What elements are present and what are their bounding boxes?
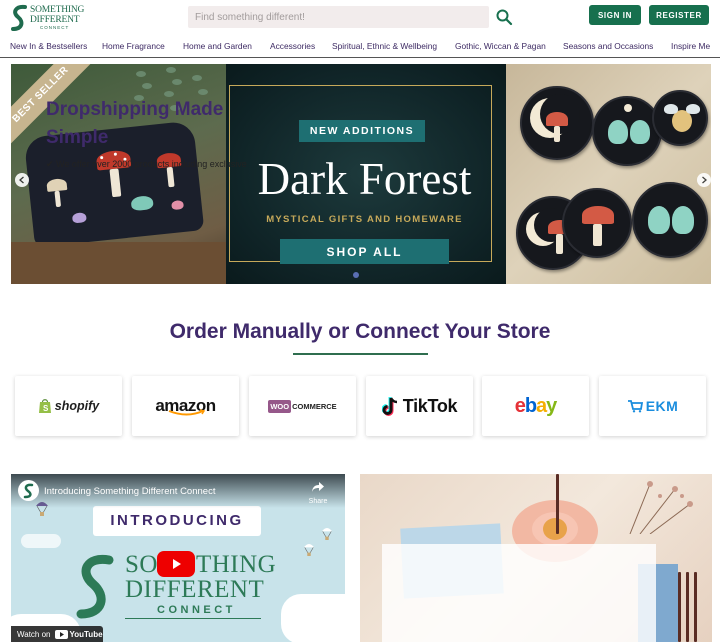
platform-card-shopify[interactable]: S shopify xyxy=(15,376,122,436)
ebay-logo: ebay xyxy=(514,394,558,418)
video-share-button[interactable]: Share xyxy=(307,480,329,508)
hero-coasters-image xyxy=(506,64,711,284)
watch-on-label: Watch on xyxy=(17,629,51,639)
platform-card-ebay[interactable]: ebay xyxy=(482,376,589,436)
channel-avatar[interactable] xyxy=(18,480,39,501)
ebay-letter-a: a xyxy=(536,394,547,417)
nav-item-home-garden[interactable]: Home and Garden xyxy=(183,41,252,51)
sun-icon xyxy=(543,518,567,540)
logo-line-3: CONNECT xyxy=(40,25,70,30)
search-icon xyxy=(496,9,513,26)
svg-text:S: S xyxy=(43,404,49,413)
big-s-logo-icon xyxy=(76,554,114,619)
logo-line-1: SOMETHING xyxy=(30,5,85,15)
dropshipping-panel[interactable] xyxy=(360,474,712,642)
carousel-dot-active[interactable] xyxy=(353,272,359,278)
carousel-prev-button[interactable] xyxy=(15,173,29,187)
tiktok-note-icon xyxy=(381,397,397,416)
share-label: Share xyxy=(308,498,328,505)
search-input[interactable] xyxy=(188,6,489,28)
incense-stick xyxy=(686,572,689,642)
nav-item-spiritual[interactable]: Spiritual, Ethnic & Wellbeing xyxy=(332,41,437,51)
video-brand-top-a: SO xyxy=(125,551,158,578)
incense-stick xyxy=(556,474,559,534)
main-nav: New In & Bestsellers Home Fragrance Home… xyxy=(0,36,720,58)
video-title[interactable]: Introducing Something Different Connect xyxy=(44,486,215,497)
commerce-label: COMMERCE xyxy=(292,401,337,411)
nav-item-inspire[interactable]: Inspire Me xyxy=(671,41,710,51)
nav-item-accessories[interactable]: Accessories xyxy=(270,41,315,51)
tiktok-label: TikTok xyxy=(402,395,458,416)
video-intro-text: INTRODUCING xyxy=(110,512,244,529)
search-button[interactable] xyxy=(495,8,513,26)
video-brand-top: SO THING xyxy=(125,551,276,579)
ekm-label: EKM xyxy=(645,398,679,414)
hero-subtitle: MYSTICAL GIFTS AND HOMEWARE xyxy=(266,214,463,225)
video-brand-top-b: THING xyxy=(195,551,277,578)
nav-item-home-fragrance[interactable]: Home Fragrance xyxy=(102,41,165,51)
site-header: SOMETHING DIFFERENT CONNECT SIGN IN REGI… xyxy=(0,0,720,36)
platform-card-ekm[interactable]: EKM xyxy=(599,376,706,436)
dropshipping-description: ✔ We offer over 2000 products including … xyxy=(46,159,247,169)
shopify-label: shopify xyxy=(54,399,100,413)
ekm-cart-icon xyxy=(627,400,643,413)
channel-s-icon xyxy=(23,483,33,498)
register-button[interactable]: REGISTER xyxy=(649,5,709,25)
coaster-bee-plate xyxy=(652,90,708,146)
dried-flowers-decoration xyxy=(629,481,693,534)
coaster-moth-plate xyxy=(592,96,662,166)
dropshipping-heading: Dropshipping Made Simple xyxy=(46,99,224,148)
video-brand-mid: DIFFERENT xyxy=(125,576,265,603)
dropshipping-info-card xyxy=(382,544,656,642)
ebay-letter-e: e xyxy=(514,394,526,417)
platform-card-tiktok[interactable]: TikTok xyxy=(366,376,473,436)
heading-underline xyxy=(293,353,428,355)
hero-title: Dark Forest xyxy=(257,154,472,204)
ebay-letter-y: y xyxy=(546,394,557,417)
logo-s-icon xyxy=(11,4,27,31)
youtube-logo: YouTube xyxy=(54,629,103,639)
nav-item-gothic[interactable]: Gothic, Wiccan & Pagan xyxy=(455,41,546,51)
shopify-bag-icon: S xyxy=(38,399,51,413)
play-icon xyxy=(173,559,181,569)
video-brand-bottom: CONNECT xyxy=(157,604,236,616)
coaster-moon-plate xyxy=(520,86,594,160)
ebay-letter-b: b xyxy=(524,394,537,417)
platform-card-woocommerce[interactable]: WOO COMMERCE xyxy=(249,376,356,436)
intro-video-player[interactable]: INTRODUCING SO THING DIFFERENT CONNECT In… xyxy=(11,474,345,642)
carousel-next-button[interactable] xyxy=(697,173,711,187)
new-additions-badge: NEW ADDITIONS xyxy=(299,120,425,142)
chevron-right-icon xyxy=(702,176,707,184)
watch-on-youtube-button[interactable]: Watch on YouTube xyxy=(11,626,103,642)
parachute-box-icon xyxy=(321,528,333,540)
coaster-luna-moth-plate xyxy=(632,182,708,258)
incense-stick xyxy=(678,572,681,642)
site-logo[interactable]: SOMETHING DIFFERENT CONNECT xyxy=(10,4,88,32)
connect-store-heading: Order Manually or Connect Your Store xyxy=(169,320,551,343)
connect-rule xyxy=(125,618,261,619)
coaster-toadstool-plate xyxy=(562,188,632,258)
incense-stick xyxy=(694,572,697,642)
wooden-table xyxy=(11,242,226,284)
share-arrow-icon xyxy=(312,482,324,492)
shop-all-button[interactable]: SHOP ALL xyxy=(280,239,449,264)
chevron-left-icon xyxy=(19,176,24,184)
nav-item-seasons[interactable]: Seasons and Occasions xyxy=(563,41,653,51)
youtube-play-button[interactable] xyxy=(157,551,195,577)
youtube-label: YouTube xyxy=(69,629,103,639)
sign-in-button[interactable]: SIGN IN xyxy=(589,5,641,25)
cloud-decoration xyxy=(21,534,61,548)
parachute-box-icon xyxy=(303,544,315,556)
woo-label: WOO xyxy=(268,399,292,413)
amazon-smile-icon xyxy=(168,409,206,416)
platform-card-amazon[interactable]: amazon xyxy=(132,376,239,436)
youtube-icon xyxy=(54,629,68,639)
nav-item-new-in[interactable]: New In & Bestsellers xyxy=(10,41,87,51)
logo-line-2: DIFFERENT xyxy=(30,15,80,25)
cloud-decoration xyxy=(281,594,345,642)
